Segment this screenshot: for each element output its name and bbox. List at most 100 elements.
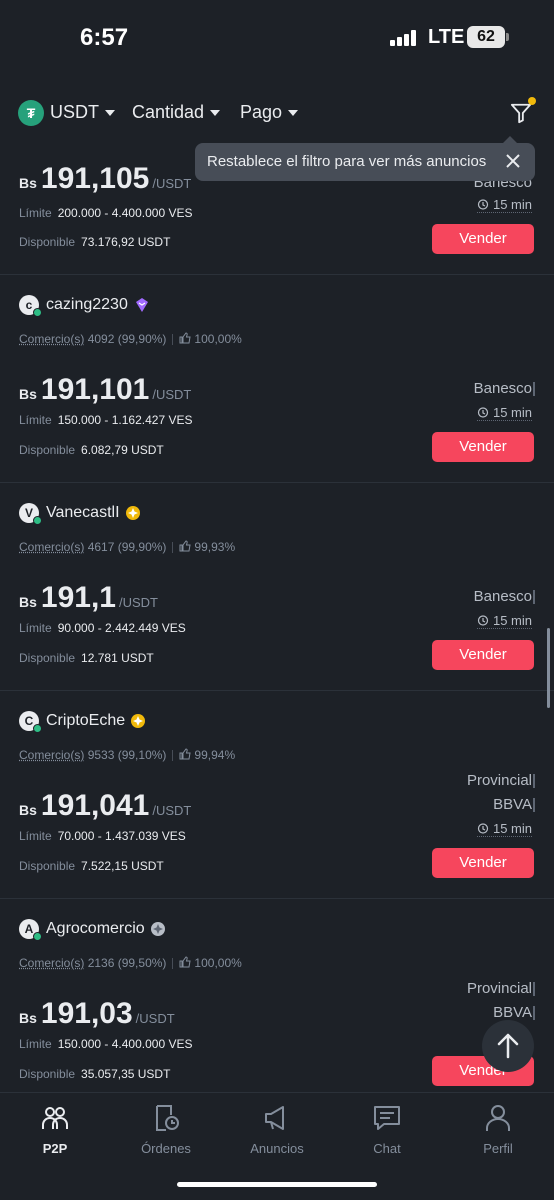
available-label: Disponible xyxy=(19,651,76,665)
status-time: 6:57 xyxy=(80,24,129,51)
signal-icon xyxy=(390,30,418,46)
trades-value: 4617 (99,90%) xyxy=(87,540,167,554)
ad-list[interactable]: Bs 191,105/USDT Límite 200.000 - 4.400.000… xyxy=(0,140,554,1092)
timer-icon xyxy=(477,615,489,626)
nav-ads[interactable]: Anuncios xyxy=(232,1103,322,1156)
sell-button[interactable]: Vender xyxy=(432,640,534,670)
status-bar: 6:57 LTE 62 xyxy=(0,0,554,80)
currency-label: Bs xyxy=(19,802,37,818)
rating-value: 99,94% xyxy=(194,748,236,762)
per-unit-label: /USDT xyxy=(118,595,158,610)
reset-filter-tooltip: Restablece el filtro para ver más anunci… xyxy=(195,136,535,181)
funnel-filter-icon[interactable] xyxy=(510,102,532,124)
thumbs-up-icon xyxy=(179,956,192,968)
available-row: Disponible 7.522,15 USDT xyxy=(19,859,164,873)
payment-filter-label: Pago xyxy=(240,102,283,122)
merchant-stats: Comercio(s) 2136 (99,50%) 100,00% xyxy=(19,956,242,970)
avatar-initial: c xyxy=(25,298,33,312)
avatar[interactable]: V xyxy=(19,503,42,525)
available-value: 6.082,79 USDT xyxy=(81,443,164,457)
p2p-icon xyxy=(42,1107,68,1129)
currency-label: Bs xyxy=(19,175,37,191)
chevron-down-icon xyxy=(288,110,299,117)
merchant-stats: Comercio(s) 4617 (99,90%) 99,93% xyxy=(19,540,235,554)
available-label: Disponible xyxy=(19,1067,76,1081)
scroll-to-top-button[interactable] xyxy=(482,1020,534,1072)
price-row: Bs 191,03/USDT xyxy=(19,997,175,1031)
nav-p2p[interactable]: P2P xyxy=(10,1103,100,1156)
merchant-name[interactable]: CriptoEche xyxy=(46,712,125,730)
orders-icon xyxy=(156,1105,179,1131)
merchant-name[interactable]: cazing2230 xyxy=(46,296,128,314)
time-value: 15 min xyxy=(492,197,532,212)
scrollbar[interactable] xyxy=(547,628,550,708)
limit-value: 70.000 - 1.437.039 VES xyxy=(57,829,186,843)
nav-orders[interactable]: Órdenes xyxy=(121,1103,211,1156)
tooltip-text: Restablece el filtro para ver más anunci… xyxy=(207,153,487,170)
tooltip-arrow xyxy=(503,136,517,143)
payment-color-bar xyxy=(533,1006,535,1020)
tether-icon: ₮ xyxy=(18,100,44,126)
profile-icon xyxy=(486,1105,510,1131)
per-unit-label: /USDT xyxy=(152,387,192,402)
thumbs-up-icon xyxy=(179,332,192,344)
avatar[interactable]: c xyxy=(19,295,42,317)
price-row: Bs 191,041/USDT xyxy=(19,789,191,823)
payment-color-bar xyxy=(533,982,535,996)
battery-icon: 62 xyxy=(467,26,505,48)
timer-icon xyxy=(477,407,489,418)
currency-label: Bs xyxy=(19,386,37,402)
price-row: Bs 191,101/USDT xyxy=(19,373,191,407)
price: 191,101 xyxy=(40,373,150,406)
chat-icon xyxy=(374,1106,400,1130)
coin-filter[interactable]: USDT xyxy=(50,102,115,123)
merchant-name[interactable]: VanecastlI xyxy=(46,504,120,522)
online-dot xyxy=(33,516,42,525)
limit-label: Límite xyxy=(19,1037,52,1051)
amount-filter[interactable]: Cantidad xyxy=(132,102,221,123)
limit-label: Límite xyxy=(19,206,52,220)
available-row: Disponible 73.176,92 USDT xyxy=(19,235,170,249)
home-indicator[interactable] xyxy=(177,1182,377,1187)
limit-value: 90.000 - 2.442.449 VES xyxy=(57,621,186,635)
price: 191,03 xyxy=(40,997,133,1030)
chevron-down-icon xyxy=(210,110,221,117)
payment-color-bar xyxy=(533,798,535,812)
price-row: Bs 191,1/USDT xyxy=(19,581,158,615)
trades-label: Comercio(s) xyxy=(19,540,85,554)
online-dot xyxy=(33,724,42,733)
close-icon[interactable] xyxy=(505,153,521,169)
avatar-initial: V xyxy=(24,506,33,520)
thumbs-up-icon xyxy=(179,748,192,760)
thumbs-up-icon xyxy=(179,540,192,552)
avatar[interactable]: C xyxy=(19,711,42,733)
sell-button[interactable]: Vender xyxy=(432,848,534,878)
price: 191,041 xyxy=(40,789,150,822)
limit-label: Límite xyxy=(19,621,52,635)
nav-label: Órdenes xyxy=(141,1141,191,1156)
payment-filter[interactable]: Pago xyxy=(240,102,299,123)
merchant-stats: Comercio(s) 9533 (99,10%) 99,94% xyxy=(19,748,235,762)
payment-color-bar xyxy=(533,382,535,396)
limit-value: 150.000 - 1.162.427 VES xyxy=(57,413,193,427)
gold-merchant-badge-icon xyxy=(126,506,140,520)
ad-card: A Agrocomercio Comercio(s) 2136 (99,50%)… xyxy=(0,899,554,1092)
limit-row: Límite 90.000 - 2.442.449 VES xyxy=(19,621,186,635)
nav-label: Perfil xyxy=(483,1141,513,1156)
payment-time: 15 min xyxy=(476,197,532,213)
rating-value: 100,00% xyxy=(194,332,242,346)
available-row: Disponible 6.082,79 USDT xyxy=(19,443,164,457)
nav-profile[interactable]: Perfil xyxy=(453,1103,543,1156)
megaphone-icon xyxy=(265,1106,284,1130)
limit-label: Límite xyxy=(19,829,52,843)
trades-value: 2136 (99,50%) xyxy=(87,956,167,970)
merchant-name[interactable]: Agrocomercio xyxy=(46,920,145,938)
time-value: 15 min xyxy=(492,821,532,836)
timer-icon xyxy=(477,199,489,210)
sell-button[interactable]: Vender xyxy=(432,432,534,462)
nav-chat[interactable]: Chat xyxy=(342,1103,432,1156)
avatar[interactable]: A xyxy=(19,919,42,941)
time-value: 15 min xyxy=(492,613,532,628)
sell-button[interactable]: Vender xyxy=(432,224,534,254)
limit-row: Límite 150.000 - 4.400.000 VES xyxy=(19,1037,192,1051)
